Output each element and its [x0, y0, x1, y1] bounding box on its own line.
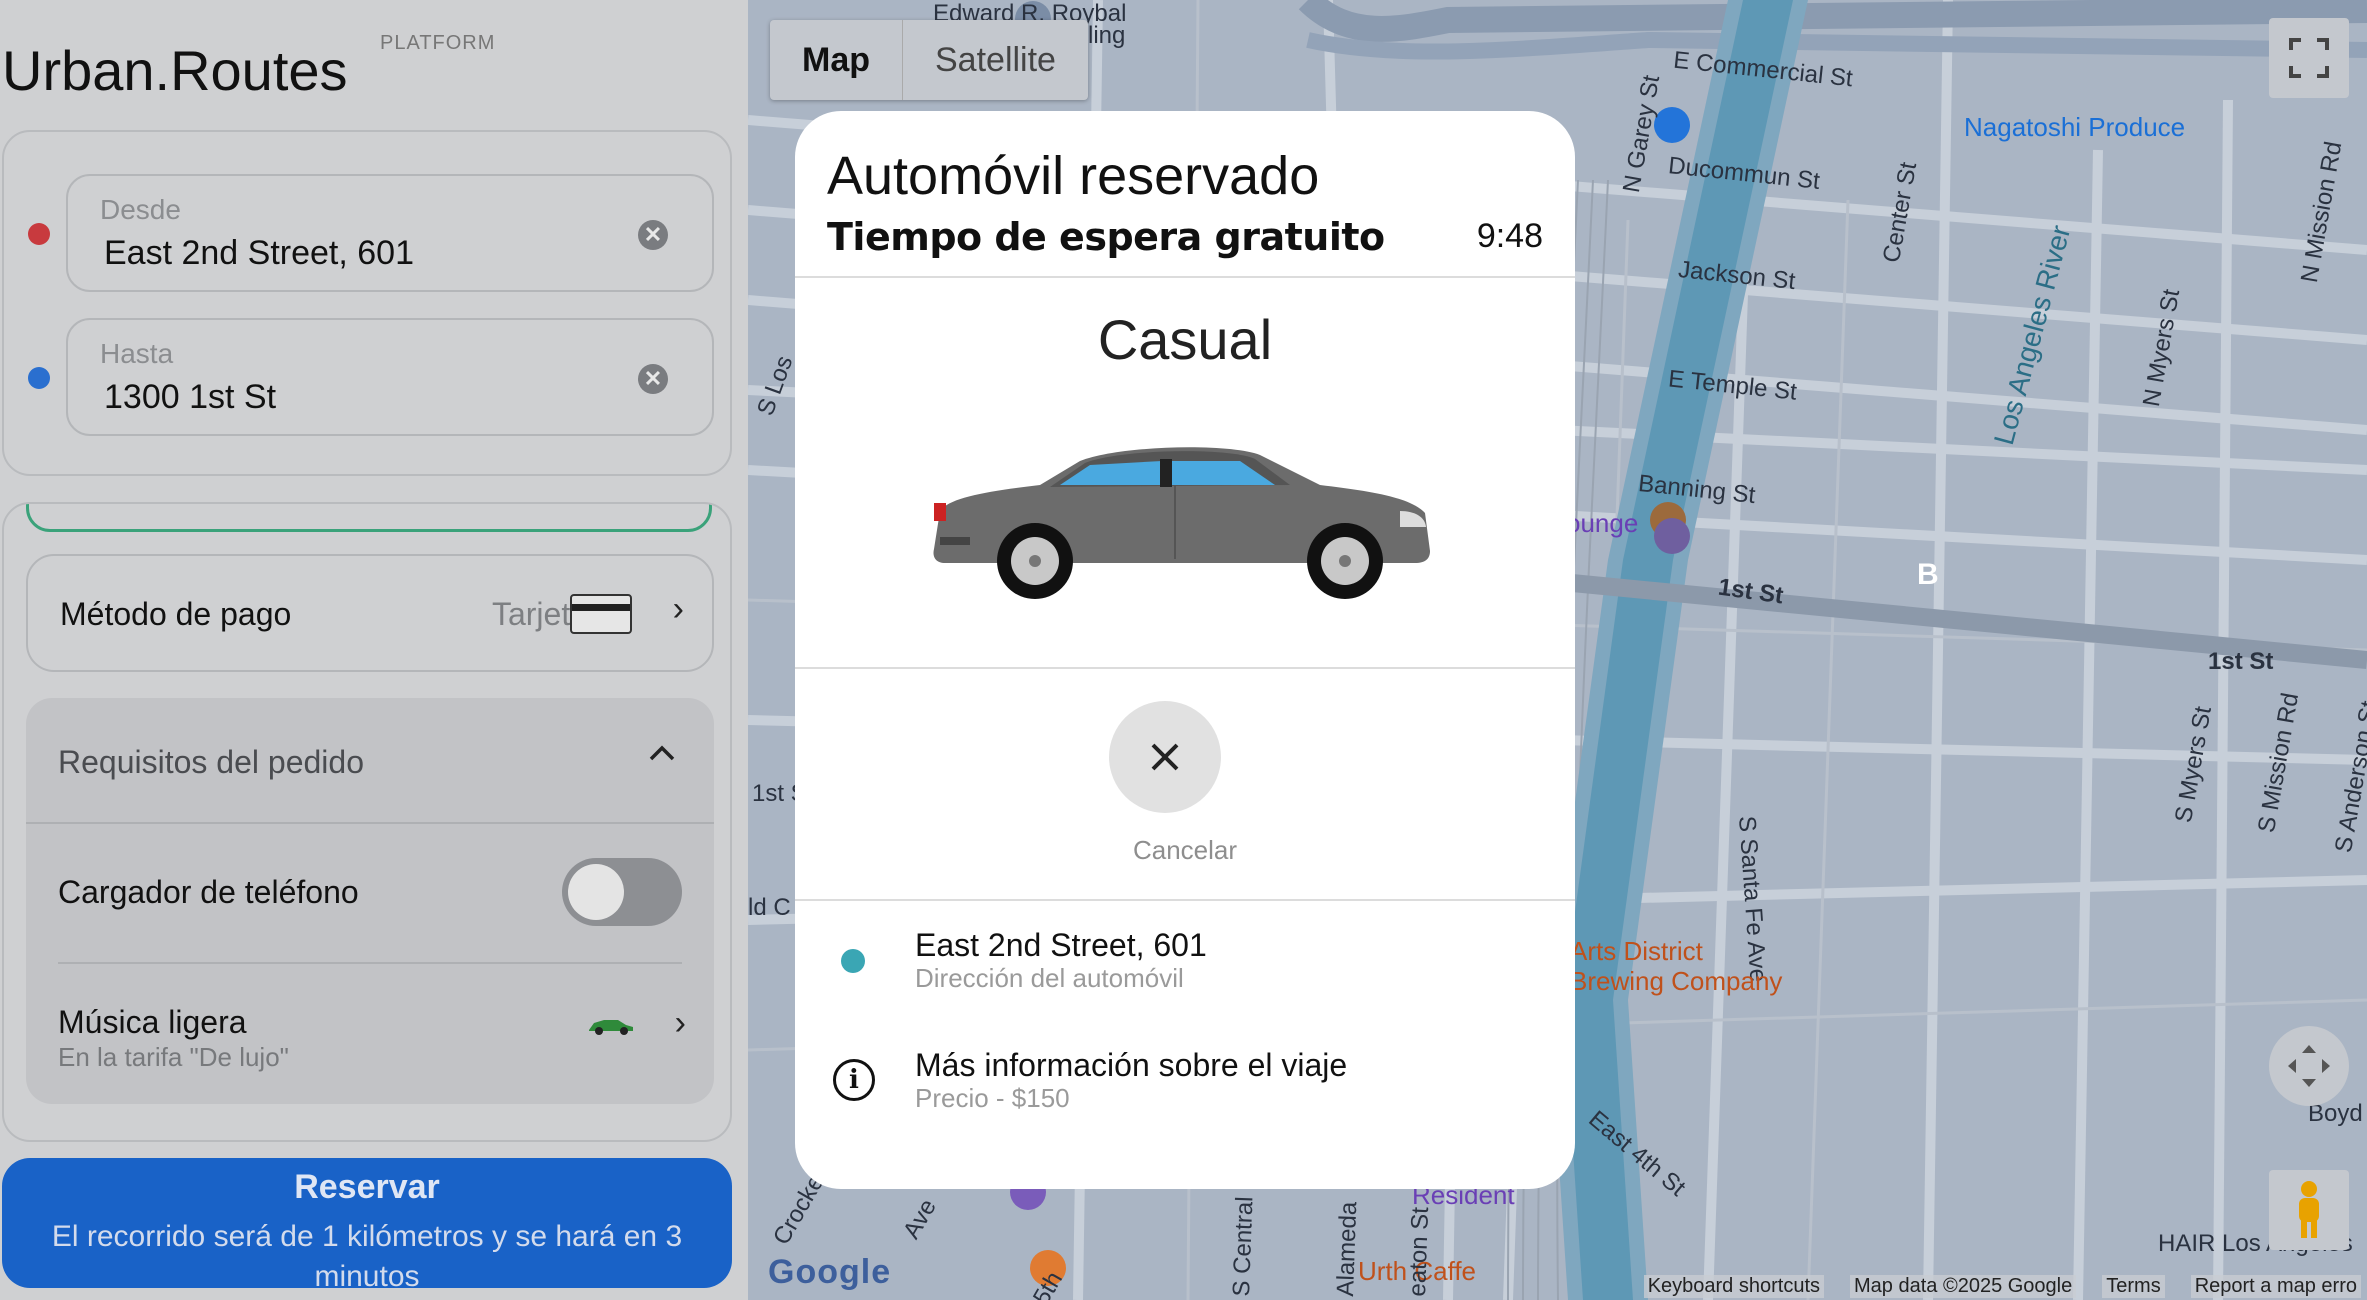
route-card: Desde East 2nd Street, 601 ✕ Hasta 1300 … [2, 130, 732, 476]
from-field[interactable]: Desde East 2nd Street, 601 ✕ [66, 174, 714, 292]
free-wait-label: Tiempo de espera gratuito [827, 215, 1385, 259]
fullscreen-button[interactable] [2269, 18, 2349, 98]
requirements-title[interactable]: Requisitos del pedido [58, 744, 364, 781]
map-label: Brewing Company [1570, 966, 1783, 996]
keyboard-shortcuts-link[interactable]: Keyboard shortcuts [1643, 1274, 1825, 1298]
map-label: ld C [748, 894, 791, 921]
fullscreen-icon [2289, 38, 2329, 78]
phone-charger-toggle[interactable] [562, 858, 682, 926]
map-label: Arts District [1570, 936, 1703, 966]
cancel-label: Cancelar [1132, 835, 1238, 865]
to-field[interactable]: Hasta 1300 1st St ✕ [66, 318, 714, 436]
close-icon [1151, 743, 1179, 771]
chevron-right-icon[interactable]: › [675, 1004, 686, 1043]
car-location-dot [841, 949, 865, 973]
payment-method-label: Método de pago [60, 596, 292, 632]
map-data-attribution: Map data ©2025 Google [1850, 1274, 2077, 1298]
divider [795, 667, 1575, 669]
move-arrows-icon [2288, 1045, 2330, 1087]
car-address: East 2nd Street, 601 [915, 927, 1207, 963]
chevron-right-icon: › [672, 590, 684, 628]
book-button[interactable]: Reservar El recorrido será de 1 kilómetr… [2, 1158, 732, 1288]
cancel-button[interactable] [1109, 701, 1221, 813]
payment-method-row[interactable]: Método de pago Tarjeta › [26, 554, 714, 672]
from-dot [28, 223, 50, 245]
map-type-map-button[interactable]: Map [770, 20, 903, 100]
book-button-label: Reservar [294, 1168, 440, 1206]
map-label: ounge [1566, 508, 1639, 538]
selected-tariff-card[interactable] [26, 504, 712, 532]
book-button-description: El recorrido será de 1 kilómetros y se h… [51, 1220, 683, 1288]
logo-subtitle: PLATFORM [380, 32, 496, 54]
map-footer: Keyboard shortcuts Map data ©2025 Google… [748, 1272, 2367, 1300]
wait-timer: 9:48 [1476, 217, 1543, 255]
phone-charger-label: Cargador de teléfono [58, 874, 359, 910]
chevron-up-icon[interactable] [648, 736, 676, 770]
premium-car-icon [589, 1020, 633, 1035]
map-label: ling [1088, 22, 1126, 49]
info-icon: i [833, 1059, 875, 1101]
street-view-pegman[interactable] [2269, 1170, 2349, 1250]
divider [58, 962, 682, 964]
report-map-error-link[interactable]: Report a map erro [2190, 1274, 2361, 1298]
logo-part1: Urban. [2, 39, 171, 102]
to-dot [28, 367, 50, 389]
credit-card-icon [570, 594, 632, 634]
light-music-label: Música ligera [58, 1004, 247, 1040]
car-image [933, 447, 1430, 599]
divider [795, 899, 1575, 901]
from-label: Desde [100, 194, 181, 225]
clear-from-icon[interactable]: ✕ [638, 220, 668, 250]
light-music-sub: En la tarifa "De lujo" [58, 1042, 289, 1072]
clear-to-icon[interactable]: ✕ [638, 364, 668, 394]
map-marker-b[interactable]: B [1917, 558, 1939, 592]
modal-title: Automóvil reservado [827, 146, 1320, 206]
trip-info-link[interactable]: Más información sobre el viaje [915, 1047, 1347, 1084]
trip-price: Precio - $150 [915, 1083, 1070, 1113]
logo-part2: Routes [170, 39, 348, 102]
map-type-satellite-button[interactable]: Satellite [903, 20, 1088, 100]
divider [795, 276, 1575, 278]
terms-link[interactable]: Terms [2102, 1274, 2165, 1298]
options-card: Método de pago Tarjeta › Requisitos del … [2, 502, 732, 1142]
to-label: Hasta [100, 338, 174, 369]
pegman-icon [2299, 1181, 2319, 1238]
from-value[interactable]: East 2nd Street, 601 [104, 234, 414, 273]
divider [26, 822, 714, 824]
map-type-control: Map Satellite [770, 20, 1088, 100]
tariff-name: Casual [1097, 308, 1273, 371]
app-logo: Urban.Routes [2, 38, 348, 103]
order-requirements: Requisitos del pedido Cargador de teléfo… [26, 698, 714, 1104]
camera-control-button[interactable] [2269, 1026, 2349, 1106]
map-label: 1st St [2208, 648, 2274, 675]
map-label: Nagatoshi Produce [1964, 112, 2186, 142]
order-panel: Urban.Routes PLATFORM Desde East 2nd Str… [0, 0, 748, 1300]
to-value[interactable]: 1300 1st St [104, 378, 276, 417]
order-modal: Automóvil reservado Tiempo de espera gra… [795, 111, 1575, 1189]
car-address-sub: Dirección del automóvil [915, 963, 1184, 993]
